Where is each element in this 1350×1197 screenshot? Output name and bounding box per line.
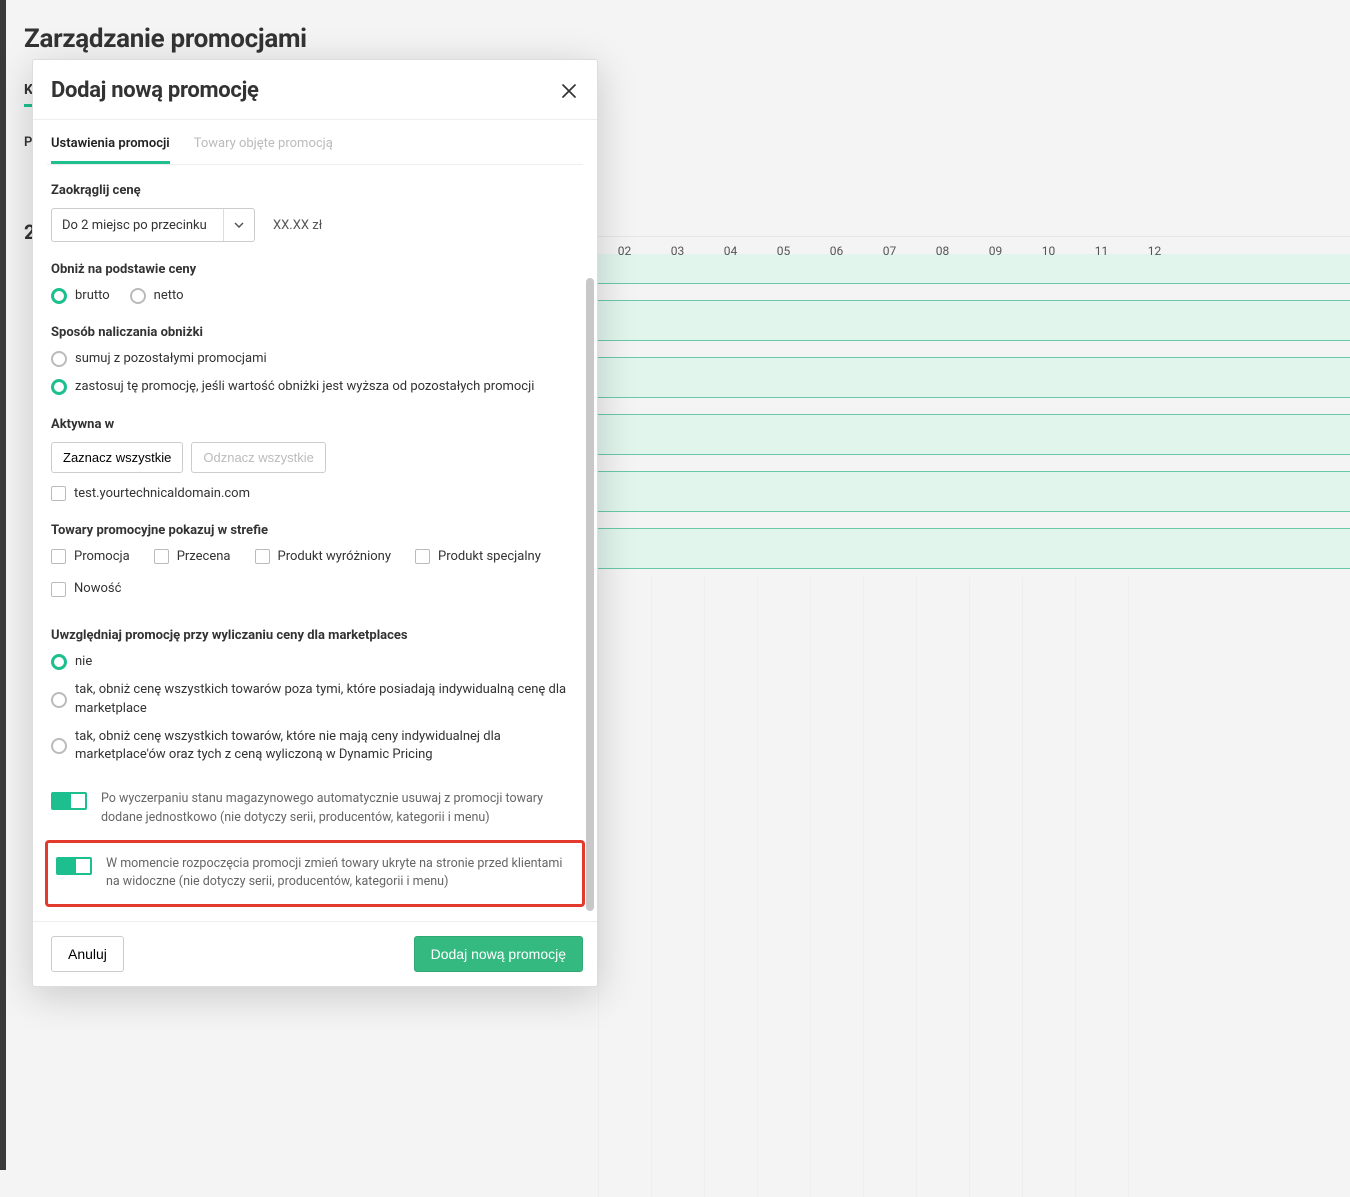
section-rounding: Zaokrąglij cenę Do 2 miejsc po przecinku… bbox=[47, 183, 583, 242]
toggle-auto-remove: Po wyczerpaniu stanu magazynowego automa… bbox=[47, 784, 583, 834]
active-in-label: Aktywna w bbox=[51, 417, 579, 432]
checkbox-icon bbox=[255, 549, 270, 564]
radio-higher[interactable]: zastosuj tę promocję, jeśli wartość obni… bbox=[51, 378, 579, 396]
radio-icon bbox=[51, 654, 67, 670]
rounding-select[interactable]: Do 2 miejsc po przecinku bbox=[51, 208, 255, 242]
check-markdown[interactable]: Przecena bbox=[154, 548, 231, 566]
calc-method-label: Sposób naliczania obniżki bbox=[51, 325, 579, 340]
rounding-label: Zaokrąglij cenę bbox=[51, 183, 579, 198]
submit-button[interactable]: Dodaj nową promocję bbox=[414, 936, 583, 972]
radio-icon bbox=[51, 738, 67, 754]
radio-mp-yes1[interactable]: tak, obniż cenę wszystkich towarów poza … bbox=[51, 681, 579, 717]
radio-icon bbox=[51, 692, 67, 708]
check-novelty[interactable]: Nowość bbox=[51, 580, 579, 598]
modal-backdrop: Dodaj nową promocję Ustawienia promocji … bbox=[0, 0, 1350, 1170]
radio-icon bbox=[51, 288, 67, 304]
marketplaces-label: Uwzględniaj promocję przy wyliczaniu cen… bbox=[51, 628, 579, 643]
zones-label: Towary promocyjne pokazuj w strefie bbox=[51, 523, 579, 538]
scroll-thumb[interactable] bbox=[586, 278, 594, 911]
rounding-sample: XX.XX zł bbox=[273, 218, 322, 233]
radio-higher-label: zastosuj tę promocję, jeśli wartość obni… bbox=[75, 378, 534, 396]
radio-icon bbox=[130, 288, 146, 304]
toggle-make-visible-label: W momencie rozpoczęcia promocji zmień to… bbox=[106, 855, 574, 893]
check-special-label: Produkt specjalny bbox=[438, 548, 541, 566]
cancel-button[interactable]: Anuluj bbox=[51, 936, 124, 972]
chevron-down-icon bbox=[223, 209, 244, 241]
radio-icon bbox=[51, 351, 67, 367]
radio-brutto-label: brutto bbox=[75, 287, 110, 305]
close-icon[interactable] bbox=[559, 81, 579, 101]
check-promo-label: Promocja bbox=[74, 548, 130, 566]
add-promotion-modal: Dodaj nową promocję Ustawienia promocji … bbox=[32, 59, 598, 987]
check-markdown-label: Przecena bbox=[177, 548, 231, 566]
rounding-select-value: Do 2 miejsc po przecinku bbox=[62, 218, 207, 233]
check-special[interactable]: Produkt specjalny bbox=[415, 548, 541, 566]
tab-settings[interactable]: Ustawienia promocji bbox=[51, 130, 170, 164]
tab-products[interactable]: Towary objęte promocją bbox=[194, 130, 333, 164]
checkbox-icon bbox=[154, 549, 169, 564]
toggle-make-visible: W momencie rozpoczęcia promocji zmień to… bbox=[52, 849, 578, 899]
modal-scrollbar[interactable] bbox=[586, 180, 594, 911]
select-all-button[interactable]: Zaznacz wszystkie bbox=[51, 442, 183, 473]
section-zones: Towary promocyjne pokazuj w strefie Prom… bbox=[47, 523, 583, 598]
deselect-all-button[interactable]: Odznacz wszystkie bbox=[191, 442, 326, 473]
check-featured[interactable]: Produkt wyróżniony bbox=[255, 548, 392, 566]
checkbox-icon bbox=[51, 549, 66, 564]
radio-mp-no-label: nie bbox=[75, 653, 92, 671]
toggle-switch[interactable] bbox=[56, 857, 92, 875]
radio-netto[interactable]: netto bbox=[130, 287, 184, 305]
modal-footer: Anuluj Dodaj nową promocję bbox=[33, 921, 597, 986]
radio-icon bbox=[51, 379, 67, 395]
checkbox-icon bbox=[51, 582, 66, 597]
modal-body: Ustawienia promocji Towary objęte promoc… bbox=[33, 120, 597, 921]
section-calc-method: Sposób naliczania obniżki sumuj z pozost… bbox=[47, 325, 583, 396]
section-active-in: Aktywna w Zaznacz wszystkie Odznacz wszy… bbox=[47, 417, 583, 503]
radio-sum[interactable]: sumuj z pozostałymi promocjami bbox=[51, 350, 579, 368]
price-basis-label: Obniż na podstawie ceny bbox=[51, 262, 579, 277]
section-marketplaces: Uwzględniaj promocję przy wyliczaniu cen… bbox=[47, 628, 583, 764]
modal-title: Dodaj nową promocję bbox=[51, 78, 259, 103]
check-featured-label: Produkt wyróżniony bbox=[278, 548, 392, 566]
check-domain[interactable]: test.yourtechnicaldomain.com bbox=[51, 485, 579, 503]
toggle-auto-remove-label: Po wyczerpaniu stanu magazynowego automa… bbox=[101, 790, 579, 828]
radio-mp-no[interactable]: nie bbox=[51, 653, 579, 671]
highlighted-toggle-box: W momencie rozpoczęcia promocji zmień to… bbox=[45, 840, 585, 908]
radio-mp-yes2-label: tak, obniż cenę wszystkich towarów, któr… bbox=[75, 728, 579, 764]
checkbox-icon bbox=[415, 549, 430, 564]
radio-mp-yes1-label: tak, obniż cenę wszystkich towarów poza … bbox=[75, 681, 579, 717]
radio-netto-label: netto bbox=[154, 287, 184, 305]
checkbox-icon bbox=[51, 486, 66, 501]
check-domain-label: test.yourtechnicaldomain.com bbox=[74, 485, 250, 503]
modal-tabs: Ustawienia promocji Towary objęte promoc… bbox=[47, 130, 583, 165]
modal-header: Dodaj nową promocję bbox=[33, 60, 597, 120]
check-novelty-label: Nowość bbox=[74, 580, 121, 598]
toggle-switch[interactable] bbox=[51, 792, 87, 810]
check-promo[interactable]: Promocja bbox=[51, 548, 130, 566]
radio-sum-label: sumuj z pozostałymi promocjami bbox=[75, 350, 267, 368]
radio-mp-yes2[interactable]: tak, obniż cenę wszystkich towarów, któr… bbox=[51, 728, 579, 764]
radio-brutto[interactable]: brutto bbox=[51, 287, 110, 305]
section-price-basis: Obniż na podstawie ceny brutto netto bbox=[47, 262, 583, 305]
